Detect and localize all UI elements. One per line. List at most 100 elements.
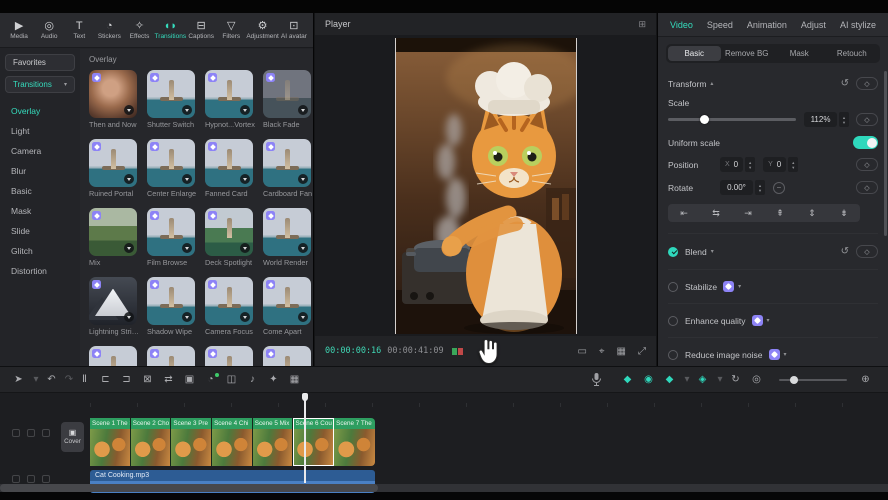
timeline-clip[interactable]: Scene 3 Pre <box>171 418 212 466</box>
timeline-right-icon[interactable]: ▾ <box>682 374 692 385</box>
category-item[interactable]: Blur <box>5 161 75 181</box>
toolbar-tab[interactable]: ✧ Effects <box>124 20 154 40</box>
transition-item[interactable]: Lightning Strike <box>89 277 137 336</box>
transition-thumbnail[interactable] <box>205 139 253 187</box>
transition-thumbnail[interactable] <box>263 139 311 187</box>
transition-item[interactable]: Camera Focus <box>205 277 253 336</box>
transition-item[interactable]: Cardboard Fan <box>263 139 311 198</box>
position-y-input[interactable]: Y 0 <box>763 157 786 172</box>
download-icon[interactable] <box>182 312 192 322</box>
transition-thumbnail[interactable] <box>89 208 137 256</box>
timeline-tool-icon[interactable]: ↶ <box>43 374 60 385</box>
rotate-dial[interactable]: – <box>773 182 785 194</box>
toolbar-tab[interactable]: ◔ Stickers <box>94 20 124 40</box>
position-y-stepper[interactable]: ▴ ▾ <box>788 157 798 172</box>
transition-thumbnail[interactable] <box>205 277 253 325</box>
transition-item[interactable] <box>89 346 137 366</box>
timeline-clip[interactable]: Scene 7 The <box>334 418 375 466</box>
alignment-icon[interactable]: ⇞ <box>776 208 784 219</box>
timeline-tool-icon[interactable]: ◫ <box>223 374 240 385</box>
stepper-down-icon[interactable]: ▾ <box>843 120 845 125</box>
download-icon[interactable] <box>240 243 250 253</box>
stepper-down-icon[interactable]: ▾ <box>759 188 761 193</box>
download-icon[interactable] <box>182 105 192 115</box>
transition-item[interactable]: Hypnot...Vortex <box>205 70 253 129</box>
inspector-subtab[interactable]: Remove BG <box>721 46 774 61</box>
inspector-tab[interactable]: Animation <box>747 20 787 30</box>
download-icon[interactable] <box>298 312 308 322</box>
download-icon[interactable] <box>124 105 134 115</box>
alignment-icon[interactable]: ⇟ <box>840 208 848 219</box>
transition-thumbnail[interactable] <box>89 139 137 187</box>
alignment-icon[interactable]: ⇥ <box>744 208 752 219</box>
transition-item[interactable]: Black Fade <box>263 70 311 129</box>
download-icon[interactable] <box>298 243 308 253</box>
video-track-controls[interactable] <box>12 429 50 437</box>
transitions-group-dropdown[interactable]: Transitions ▾ <box>5 76 75 93</box>
transition-item[interactable] <box>147 346 195 366</box>
transition-thumbnail[interactable] <box>89 70 137 118</box>
rotate-value[interactable]: 0.00° <box>720 180 753 195</box>
transition-thumbnail[interactable] <box>263 277 311 325</box>
timeline-right-icon[interactable]: ◎ <box>748 374 765 385</box>
transition-item[interactable]: Ruined Portal <box>89 139 137 198</box>
transition-thumbnail[interactable] <box>147 70 195 118</box>
transition-item[interactable]: Shutter Switch <box>147 70 195 129</box>
audio-track-controls[interactable] <box>12 475 50 483</box>
timeline-clip[interactable]: Scene 1 The S <box>90 418 131 466</box>
inspector-subtab[interactable]: Mask <box>773 46 826 61</box>
timeline-tool-icon[interactable]: ⊠ <box>139 374 156 385</box>
playhead[interactable] <box>304 393 306 483</box>
toolbar-tab[interactable]: ▽ Filters <box>216 20 246 40</box>
category-item[interactable]: Mask <box>5 201 75 221</box>
category-item[interactable]: Glitch <box>5 241 75 261</box>
transition-thumbnail[interactable] <box>147 277 195 325</box>
position-x-stepper[interactable]: ▴ ▾ <box>745 157 755 172</box>
transition-item[interactable] <box>263 346 311 366</box>
toolbar-tab[interactable]: ▶ Media <box>4 20 34 40</box>
transition-thumbnail[interactable] <box>89 346 137 366</box>
toolbar-tab[interactable]: ⊡ AI avatar <box>279 20 309 40</box>
collapse-icon[interactable]: ▴ <box>710 80 713 87</box>
scale-stepper[interactable]: ▴ ▾ <box>839 112 849 127</box>
transition-item[interactable]: Film Browse <box>147 208 195 267</box>
color-flag-icon[interactable] <box>452 348 463 355</box>
transition-thumbnail[interactable] <box>263 346 311 366</box>
timeline-right-icon[interactable]: ◈ <box>694 374 711 385</box>
player-icon[interactable]: ▦ <box>617 346 626 357</box>
reset-icon[interactable]: ↺ <box>841 78 849 89</box>
keyframe-icon[interactable]: ◇ <box>856 113 878 126</box>
keyframe-icon[interactable]: ◇ <box>856 181 878 194</box>
timeline-tool-icon[interactable]: ▦ <box>286 374 303 385</box>
stepper-down-icon[interactable]: ▾ <box>792 165 794 170</box>
timeline-zoom-slider[interactable] <box>779 379 847 381</box>
download-icon[interactable] <box>182 243 192 253</box>
transition-thumbnail[interactable] <box>205 208 253 256</box>
transition-thumbnail[interactable] <box>263 208 311 256</box>
alignment-icon[interactable]: ⇕ <box>808 208 816 219</box>
category-item[interactable]: Slide <box>5 221 75 241</box>
transition-item[interactable]: Fanned Card <box>205 139 253 198</box>
inspector-tab[interactable]: AI stylize <box>840 20 876 30</box>
inspector-tab[interactable]: Video <box>670 20 693 30</box>
inspector-tab[interactable]: Adjust <box>801 20 826 30</box>
timeline-tool-icon[interactable]: ✦ <box>265 374 282 385</box>
timeline-right-icon[interactable]: ▾ <box>715 374 725 385</box>
scrollbar-thumb[interactable] <box>0 484 378 492</box>
alignment-icon[interactable]: ⇆ <box>712 208 720 219</box>
timeline-right-icon[interactable]: ◉ <box>640 374 657 385</box>
transition-item[interactable] <box>205 346 253 366</box>
section-checkbox[interactable] <box>668 350 678 360</box>
transition-thumbnail[interactable] <box>147 139 195 187</box>
toolbar-tab[interactable]: T Text <box>64 20 94 40</box>
download-icon[interactable] <box>124 312 134 322</box>
download-icon[interactable] <box>298 174 308 184</box>
timeline-right-icon[interactable]: ↻ <box>727 374 744 385</box>
category-item[interactable]: Overlay <box>5 101 75 121</box>
blend-checkbox[interactable] <box>668 247 678 257</box>
timeline-tool-icon[interactable]: ♪ <box>244 374 261 385</box>
transition-item[interactable]: Deck Spotlight <box>205 208 253 267</box>
position-x-input[interactable]: X 0 <box>720 157 743 172</box>
timeline-tool-icon[interactable]: ⊐ <box>118 374 135 385</box>
download-icon[interactable] <box>240 105 250 115</box>
